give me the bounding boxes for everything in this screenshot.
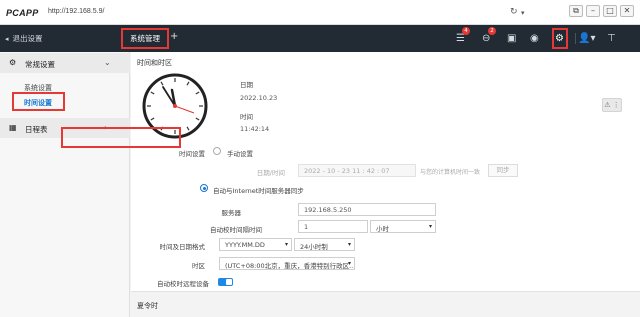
date-format-select[interactable]: YYYY.MM.DD ▾ — [219, 238, 292, 251]
time-settings-panel: 时间和时区 日期 2022.10.23 时间 11:42:14 时间设置 手动设… — [131, 52, 640, 292]
main-content: 时间和时区 日期 2022.10.23 时间 11:42:14 时间设置 手动设… — [131, 52, 640, 317]
auto-sync-remote-toggle[interactable] — [218, 278, 233, 286]
gear-icon: ⚙ — [555, 33, 564, 44]
sync-hint: 与您的计算机时间一致 — [420, 169, 481, 176]
sidebar-group-general[interactable]: ⚙ 常规设置 ⌄ — [0, 53, 130, 73]
section-title-time-zone: 时间和时区 — [137, 59, 172, 67]
user-icon[interactable]: 👤▾ — [578, 33, 595, 44]
calendar-icon: ▦ — [9, 123, 17, 132]
gear-icon: ⚙ — [9, 58, 17, 67]
navbar-divider — [575, 33, 576, 44]
alarm-count-badge: 4 — [462, 27, 470, 35]
back-arrow-icon: ◂ — [5, 35, 9, 43]
sidebar-group-label: 日程表 — [25, 125, 48, 134]
time-label: 时间 — [240, 113, 253, 121]
internet-time-sync-radio[interactable] — [200, 184, 208, 192]
interval-unit-select[interactable]: 小时 ▾ — [370, 220, 436, 233]
logout-settings-link[interactable]: ◂ 退出设置 — [5, 33, 43, 44]
section-title-dst: 夏令时 — [137, 302, 158, 310]
time-value: 11:42:14 — [240, 125, 270, 133]
layout-icon[interactable]: ⊤ — [607, 33, 616, 44]
server-label: 服务器 — [221, 209, 242, 217]
url-field[interactable]: http://192.168.5.9/ — [44, 5, 534, 20]
manual-setting-label: 手动设置 — [227, 150, 253, 158]
internet-time-sync-label: 自动与Internet时间服务器同步 — [213, 187, 304, 195]
auto-sync-remote-label: 自动校时远程设备 — [157, 280, 209, 288]
restore-window-button[interactable]: ⧉ — [569, 5, 583, 17]
date-label: 日期 — [240, 81, 253, 89]
warning-float-button[interactable]: ⚠ ⋮ — [602, 98, 622, 112]
time-setting-label: 时间设置 — [179, 150, 205, 158]
timezone-value: (UTC+08:00北京，重庆，香港特别行政区... — [225, 262, 355, 270]
manual-setting-radio[interactable] — [213, 147, 221, 155]
datetime-format-label: 时间及日期格式 — [159, 243, 206, 251]
chevron-down-icon: ⌄ — [104, 58, 111, 67]
highlight-box-internet-sync — [61, 127, 181, 148]
hour-format-value: 24小时制 — [300, 243, 328, 251]
sync-interval-field[interactable]: 1 — [298, 220, 368, 233]
timezone-select[interactable]: (UTC+08:00北京，重庆，香港特别行政区... ▾ — [219, 257, 355, 270]
caret-down-icon: ▾ — [428, 223, 432, 230]
datetime-label: 日期/时间 — [256, 169, 285, 177]
close-button[interactable]: ✕ — [620, 5, 634, 17]
search-count-badge: 2 — [488, 27, 496, 35]
chevron-down-icon[interactable]: ▾ — [521, 8, 525, 18]
sync-interval-label: 自动校时间隔时间 — [210, 226, 262, 234]
date-format-value: YYYY.MM.DD — [225, 241, 265, 249]
refresh-icon[interactable]: ↻ — [510, 7, 518, 17]
caret-down-icon: ▾ — [347, 260, 351, 267]
interval-unit-value: 小时 — [376, 225, 389, 233]
sidebar-group-label: 常规设置 — [25, 60, 55, 69]
search-icon[interactable]: ⊖ — [482, 33, 490, 44]
device-icon[interactable]: ▣ — [507, 33, 516, 44]
add-tab-button[interactable]: + — [170, 32, 178, 42]
settings-button[interactable]: ⚙ — [552, 28, 568, 49]
highlight-box-time-settings — [12, 92, 65, 111]
caret-down-icon: ▾ — [347, 241, 351, 248]
date-value: 2022.10.23 — [240, 94, 278, 102]
maximize-button[interactable]: □ — [603, 5, 617, 17]
minimize-button[interactable]: – — [586, 5, 600, 17]
hour-format-select[interactable]: 24小时制 ▾ — [294, 238, 355, 251]
app-name: PCAPP — [6, 8, 39, 18]
ntp-server-field[interactable]: 192.168.5.250 — [298, 203, 436, 216]
datetime-field[interactable]: 2022 - 10 - 23 11 : 42 : 07 — [298, 164, 416, 177]
warning-icon: ⚠ ⋮ — [604, 101, 620, 109]
tab-system-management[interactable]: 系统管理 — [121, 28, 169, 49]
caret-down-icon: ▾ — [284, 241, 288, 248]
timezone-label: 时区 — [192, 262, 205, 270]
sync-button[interactable]: 同步 — [488, 164, 518, 177]
browser-titlebar: PCAPP http://192.168.5.9/ ↻ ▾ ⧉ – □ ✕ — [0, 0, 640, 25]
logout-label: 退出设置 — [12, 34, 43, 43]
top-navbar: ◂ 退出设置 系统管理 + ☰ 4 ⊖ 2 ▣ ◉ ⚙ 👤▾ ⊤ — [0, 25, 640, 52]
globe-icon[interactable]: ◉ — [530, 33, 539, 44]
